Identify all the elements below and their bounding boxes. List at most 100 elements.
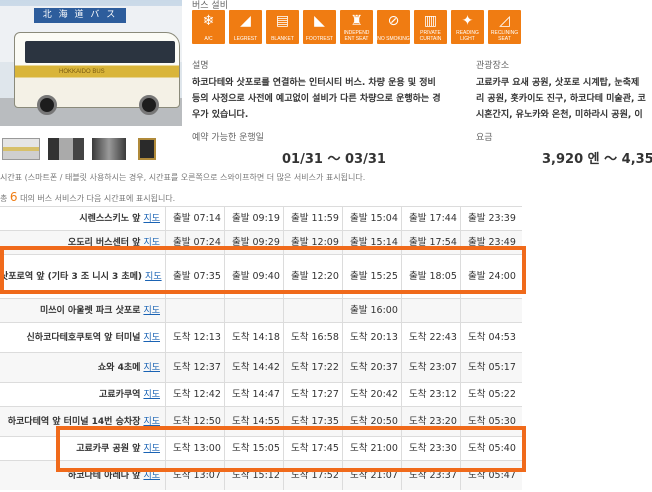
facility-independent-seat-icon: ♜ INDEPEND ENT SEAT	[340, 10, 373, 44]
time-cell	[401, 299, 460, 322]
time-cell	[165, 299, 224, 322]
facility-blanket-icon: ▤ BLANKET	[266, 10, 299, 44]
time-cell	[460, 299, 519, 322]
thumbnail-seats[interactable]	[92, 138, 126, 160]
time-cell: 도착 22:43	[401, 323, 460, 352]
facility-caption: LEGREST	[233, 36, 258, 42]
bus-livery-text: HOKKAIDO BUS	[59, 69, 105, 75]
sightseeing-text: 고료카쿠 요새 공원, 삿포로 시계탑, 눈축제 리 공원, 홋카이도 진구, …	[476, 75, 652, 123]
description-line: 우가 있습니다.	[192, 110, 249, 120]
independent-seat-icon: ♜	[350, 13, 363, 29]
facility-caption: BLANKET	[271, 36, 294, 42]
time-cell: 도착 05:17	[460, 353, 519, 382]
bus-wheel	[37, 95, 57, 115]
facility-no-smoking-icon: ⊘ NO SMOKING	[377, 10, 410, 44]
no-smoking-icon: ⊘	[387, 13, 400, 29]
time-cell: 출발 15:04	[342, 207, 401, 230]
footrest-icon: ◣	[314, 13, 325, 29]
facility-caption: FOOTREST	[305, 36, 334, 42]
fare-value: 3,920 엔 ～ 4,35	[542, 152, 652, 167]
facility-caption: A/C	[204, 36, 213, 42]
timetable-row: 신하코다테호쿠토역 앞 터미널 지도 도착 12:13 도착 14:18 도착 16:5…	[0, 322, 522, 352]
stop-name-cell: 고료카쿠역 지도	[0, 383, 164, 406]
bus-photo: 北 海 道 バ ス HOKKAIDO BUS	[0, 0, 182, 126]
time-cell: 출발 09:19	[224, 207, 283, 230]
map-link[interactable]: 지도	[143, 306, 160, 316]
facility-ac-icon: ❄ A/C	[192, 10, 225, 44]
private-curtain-icon: ▥	[423, 13, 438, 29]
thumbnail-interior[interactable]	[48, 138, 84, 160]
time-cell: 도착 14:42	[224, 353, 283, 382]
map-link[interactable]: 지도	[143, 390, 160, 400]
time-cell: 도착 23:07	[401, 353, 460, 382]
service-count: 총 6 대의 버스 서비스가 다음 시간표에 표시됩니다.	[0, 190, 175, 204]
time-cell: 출발 11:59	[283, 207, 342, 230]
stop-name: 미쓰이 아울렛 파크 삿포로	[39, 306, 141, 316]
bus-wheel	[139, 95, 159, 115]
map-link[interactable]: 지도	[143, 333, 160, 343]
time-cell: 도착 12:13	[165, 323, 224, 352]
description-line: 등의 사정으로 사전에 예고없이 설비가 다른 차량으로 운행하는 경	[192, 94, 441, 104]
time-cell: 도착 17:27	[283, 383, 342, 406]
facility-caption: INDEPEND ENT SEAT	[343, 30, 370, 42]
fare-label: 요금	[476, 133, 493, 143]
facility-private-curtain-icon: ▥ PRIVATE CURTAIN	[414, 10, 447, 44]
timetable-note: 시간표 (스마트폰 / 태블릿 사용하시는 경우, 시간표를 오른쪽으로 스와이…	[0, 173, 366, 182]
stop-name: 쇼와 4초메	[97, 363, 141, 373]
ac-icon: ❄	[202, 13, 215, 29]
time-cell: 도착 23:12	[401, 383, 460, 406]
time-cell: 도착 12:37	[165, 353, 224, 382]
sightseeing-line: 고료카쿠 요새 공원, 삿포로 시계탑, 눈축제	[476, 78, 640, 88]
count-number: 6	[9, 190, 18, 204]
time-cell: 도착 20:13	[342, 323, 401, 352]
facility-caption: PRIVATE CURTAIN	[419, 30, 442, 42]
stop-name-cell: 쇼와 4초메 지도	[0, 353, 164, 382]
reclining-seat-icon: ◿	[499, 13, 510, 29]
description-text: 하코다테와 삿포로를 연결하는 인터시티 버스. 차량 운용 및 정비 등의 사…	[192, 75, 460, 123]
thumbnail-exterior[interactable]	[2, 138, 40, 160]
time-cell: 출발 07:14	[165, 207, 224, 230]
reading-light-icon: ✦	[461, 13, 474, 29]
count-prefix: 총	[0, 194, 8, 203]
thumbnail-detail[interactable]	[138, 138, 156, 160]
timetable-row: 고료카쿠역 지도 도착 12:42 도착 14:47 도착 17:27 도착 20:42 도…	[0, 382, 522, 406]
time-cell: 도착 12:42	[165, 383, 224, 406]
bus-image: HOKKAIDO BUS	[14, 32, 180, 115]
stop-name-cell: 미쓰이 아울렛 파크 삿포로 지도	[0, 299, 164, 322]
map-link[interactable]: 지도	[143, 471, 160, 481]
facility-caption: RECLINING SEAT	[490, 30, 519, 42]
facility-caption: READING LIGHT	[456, 30, 479, 42]
stop-name-cell: 신하코다테호쿠토역 앞 터미널 지도	[0, 323, 164, 352]
facility-reclining-seat-icon: ◿ RECLINING SEAT	[488, 10, 521, 44]
period-label: 예약 가능한 운행일	[192, 133, 264, 143]
map-link[interactable]: 지도	[143, 363, 160, 373]
time-cell: 도착 14:18	[224, 323, 283, 352]
photo-sign: 北 海 道 バ ス	[34, 8, 126, 23]
time-cell: 출발 16:00	[342, 299, 401, 322]
facility-legrest-icon: ◢ LEGREST	[229, 10, 262, 44]
legrest-icon: ◢	[240, 13, 251, 29]
highlight-arrival-row	[56, 426, 526, 472]
timetable-row: 쇼와 4초메 지도 도착 12:37 도착 14:42 도착 17:22 도착 20:37…	[0, 352, 522, 382]
time-cell: 출발 17:44	[401, 207, 460, 230]
stop-name: 고료카쿠역	[99, 390, 141, 400]
facility-reading-light-icon: ✦ READING LIGHT	[451, 10, 484, 44]
timetable-row: 미쓰이 아울렛 파크 삿포로 지도 출발 16:00	[0, 298, 522, 322]
description-line: 하코다테와 삿포로를 연결하는 인터시티 버스. 차량 운용 및 정비	[192, 78, 436, 88]
facility-footrest-icon: ◣ FOOTREST	[303, 10, 336, 44]
stop-name: 하코다테 아레나 앞	[67, 471, 141, 481]
time-cell: 도착 20:37	[342, 353, 401, 382]
highlight-departure-row	[0, 246, 526, 294]
time-cell: 도착 20:42	[342, 383, 401, 406]
stop-name: 신하코다테호쿠토역 앞 터미널	[26, 333, 141, 343]
map-link[interactable]: 지도	[143, 214, 160, 224]
timetable-row: 시렌스스키노 앞 지도 출발 07:14 출발 09:19 출발 11:59 출발 15:…	[0, 206, 522, 230]
stop-name-cell: 시렌스스키노 앞 지도	[0, 207, 164, 230]
stop-name: 시렌스스키노 앞	[79, 214, 141, 224]
time-cell: 도착 04:53	[460, 323, 519, 352]
bus-windows	[25, 41, 175, 63]
period-value: 01/31 ～ 03/31	[282, 152, 386, 167]
description-label: 설명	[192, 61, 209, 71]
time-cell: 도착 05:22	[460, 383, 519, 406]
facility-caption: NO SMOKING	[377, 36, 410, 42]
